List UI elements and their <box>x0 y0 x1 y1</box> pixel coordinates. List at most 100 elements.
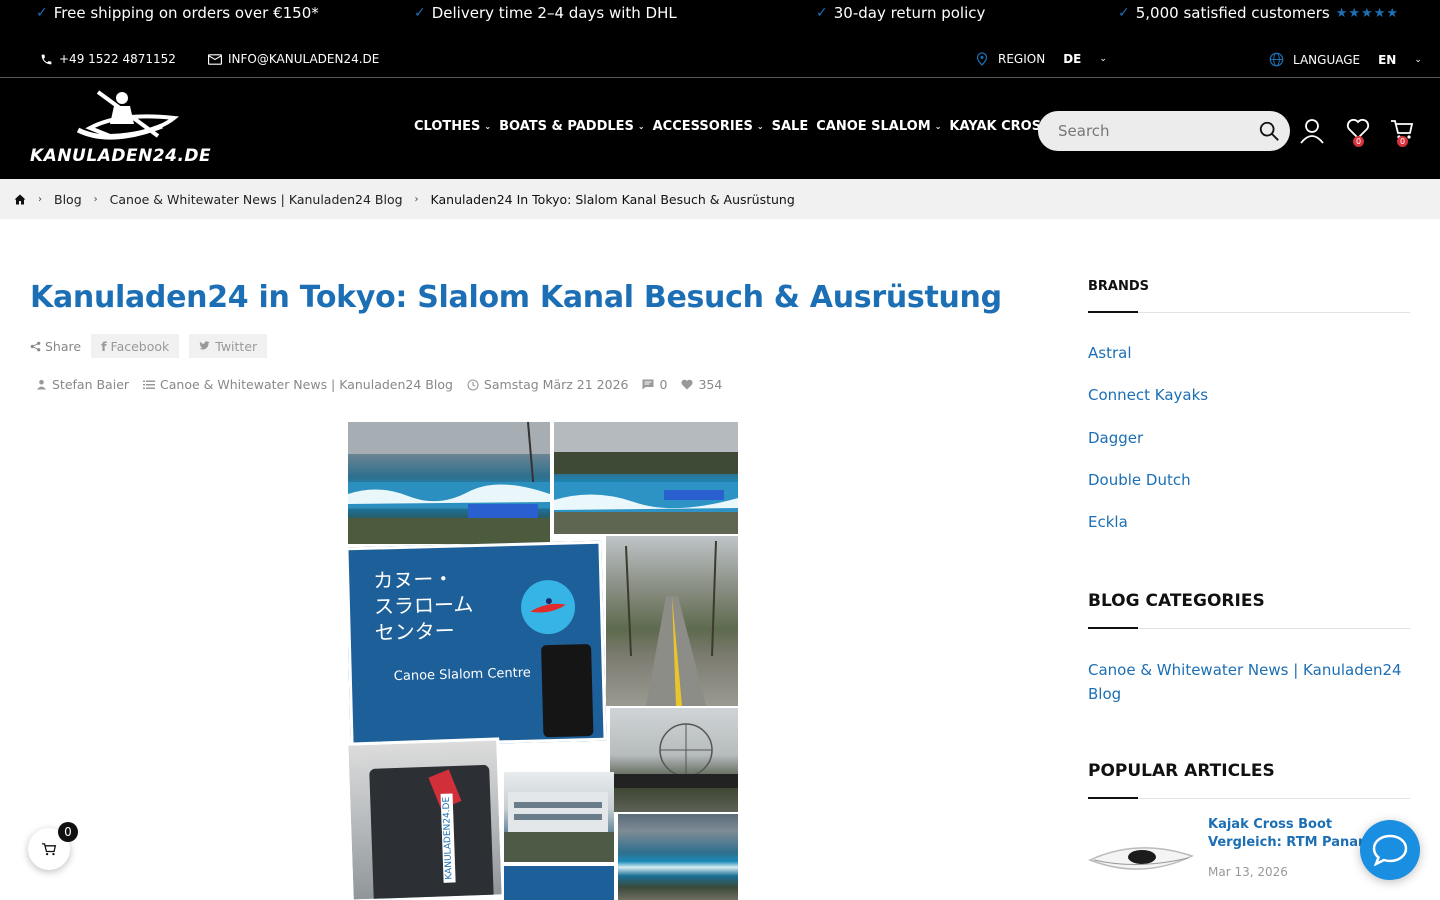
twitter-share-button[interactable]: Twitter <box>189 334 268 358</box>
article-likes[interactable]: 354 <box>681 377 722 392</box>
photo-ferris-wheel <box>610 708 738 812</box>
breadcrumb: › Blog › Canoe & Whitewater News | Kanul… <box>0 179 1440 219</box>
cart-count-badge: 0 <box>1397 136 1408 147</box>
globe-icon <box>1269 52 1284 67</box>
category-link[interactable]: Canoe & Whitewater News | Kanuladen24 Bl… <box>1088 658 1410 706</box>
station-illustration <box>504 792 614 862</box>
chat-button[interactable] <box>1360 820 1420 880</box>
region-selector[interactable]: REGION DE ⌄ <box>976 52 1107 66</box>
sign-japanese-text: カヌー・ スラローム センター <box>372 566 474 645</box>
slalom-course-illustration <box>348 422 550 544</box>
heart-icon <box>681 379 693 390</box>
kayaker-logo-icon <box>76 90 180 140</box>
wishlist-count-badge: 0 <box>1353 136 1364 147</box>
chevron-down-icon: ⌄ <box>1099 54 1107 64</box>
photo-slalom-course-3 <box>618 814 738 900</box>
brand-link-double-dutch[interactable]: Double Dutch <box>1088 471 1191 489</box>
floating-cart-count: 0 <box>58 822 78 842</box>
check-icon: ✓ <box>816 5 828 21</box>
cart-button[interactable]: 0 <box>1390 118 1416 148</box>
blog-categories-heading: BLOG CATEGORIES <box>1088 591 1265 611</box>
photo-walking-path <box>606 536 738 706</box>
nav-accessories[interactable]: ACCESSORIES ⌄ <box>653 119 764 134</box>
main-header: KANULADEN24.DE CLOTHES ⌄ BOATS & PADDLES ⌄… <box>0 78 1440 179</box>
chevron-down-icon: ⌄ <box>1414 54 1422 65</box>
brand-link-dagger[interactable]: Dagger <box>1088 429 1143 447</box>
chevron-down-icon: ⌄ <box>756 122 764 131</box>
popular-articles-heading: POPULAR ARTICLES <box>1088 761 1275 781</box>
brands-heading: BRANDS <box>1088 279 1150 294</box>
article-author[interactable]: Stefan Baier <box>36 377 129 392</box>
location-pin-icon <box>976 52 988 66</box>
promo-returns: ✓ 30-day return policy <box>816 4 986 22</box>
phone-link[interactable]: +49 1522 4871152 <box>40 52 176 66</box>
phone-icon <box>41 54 52 64</box>
check-icon: ✓ <box>414 5 426 21</box>
list-icon <box>143 380 156 389</box>
nav-clothes[interactable]: CLOTHES ⌄ <box>414 119 491 134</box>
ferris-wheel-illustration <box>610 723 738 788</box>
nav-canoe-slalom[interactable]: CANOE SLALOM ⌄ <box>816 119 941 134</box>
rating-stars: ★★★★★ <box>1335 5 1400 21</box>
suitcase-illustration <box>541 643 594 738</box>
language-selector[interactable]: LANGUAGE EN ⌄ <box>1269 52 1422 67</box>
search-input[interactable] <box>1058 121 1248 141</box>
site-logo[interactable]: KANULADEN24.DE <box>30 88 211 168</box>
nav-sale[interactable]: SALE <box>772 119 809 134</box>
search-box <box>1038 111 1290 151</box>
sign-caption: Canoe Slalom Centre <box>393 665 532 685</box>
share-row: Share f Facebook Twitter <box>30 334 277 358</box>
home-icon[interactable] <box>14 194 26 205</box>
floating-cart-button[interactable]: 0 <box>28 822 78 870</box>
wishlist-button[interactable]: 0 <box>1346 118 1372 148</box>
nav-boats-paddles[interactable]: BOATS & PADDLES ⌄ <box>499 119 645 134</box>
chevron-down-icon: ⌄ <box>934 122 942 131</box>
popular-article-date: Mar 13, 2026 <box>1208 865 1288 879</box>
popular-article-thumbnail[interactable] <box>1088 820 1194 888</box>
brand-link-astral[interactable]: Astral <box>1088 344 1131 362</box>
mail-icon <box>208 53 222 65</box>
chevron-right-icon: › <box>93 193 98 205</box>
share-label: Share <box>30 339 81 354</box>
path-illustration <box>625 540 717 706</box>
photo-canoe-slalom-centre-sign: カヌー・ スラローム センター Canoe Slalom Centre <box>348 540 607 748</box>
chat-bubble-icon <box>1372 834 1408 866</box>
article-category[interactable]: Canoe & Whitewater News | Kanuladen24 Bl… <box>143 377 453 392</box>
comment-icon <box>642 379 654 390</box>
main-nav: CLOTHES ⌄ BOATS & PADDLES ⌄ ACCESSORIES ⌄ S… <box>414 119 1069 134</box>
brand-link-eckla[interactable]: Eckla <box>1088 513 1128 531</box>
breadcrumb-category[interactable]: Canoe & Whitewater News | Kanuladen24 Bl… <box>110 192 403 207</box>
chevron-down-icon: ⌄ <box>484 122 492 131</box>
photo-slalom-course-1 <box>348 422 550 544</box>
photo-station-building <box>504 772 614 862</box>
article-date: Samstag März 21 2026 <box>467 377 628 392</box>
share-icon <box>30 341 41 351</box>
promo-free-shipping: ✓ Free shipping on orders over €150* <box>36 4 319 22</box>
photo-suitcase-closeup: KANULADEN24.DE <box>348 737 505 900</box>
user-account-icon[interactable] <box>1300 118 1324 144</box>
brand-link-connect-kayaks[interactable]: Connect Kayaks <box>1088 386 1208 404</box>
facebook-share-button[interactable]: f Facebook <box>91 334 180 358</box>
kayak-image <box>1088 847 1194 870</box>
popular-divider <box>1088 797 1410 799</box>
check-icon: ✓ <box>36 5 48 21</box>
slalom-course-illustration <box>554 422 738 534</box>
breadcrumb-blog[interactable]: Blog <box>54 192 82 207</box>
kayak-emblem-icon <box>521 580 576 635</box>
chevron-right-icon: › <box>414 193 419 205</box>
promo-bar: ✓ Free shipping on orders over €150* ✓ D… <box>0 0 1440 78</box>
breadcrumb-current: Kanuladen24 In Tokyo: Slalom Kanal Besuc… <box>430 191 795 207</box>
search-icon[interactable] <box>1258 120 1280 142</box>
article-meta: Stefan Baier Canoe & Whitewater News | K… <box>36 377 736 392</box>
photo-slalom-course-2 <box>554 422 738 534</box>
cart-icon <box>42 843 57 856</box>
article-comments[interactable]: 0 <box>642 377 667 392</box>
twitter-icon <box>199 341 210 350</box>
email-link[interactable]: INFO@KANULADEN24.DE <box>208 52 379 66</box>
promo-delivery: ✓ Delivery time 2–4 days with DHL <box>414 4 677 22</box>
promo-customers: ✓ 5,000 satisfied customers ★★★★★ <box>1118 4 1400 22</box>
categories-divider <box>1088 627 1410 629</box>
brands-divider <box>1088 311 1410 313</box>
chevron-down-icon: ⌄ <box>637 122 645 131</box>
article-title: Kanuladen24 in Tokyo: Slalom Kanal Besuc… <box>30 280 1002 315</box>
